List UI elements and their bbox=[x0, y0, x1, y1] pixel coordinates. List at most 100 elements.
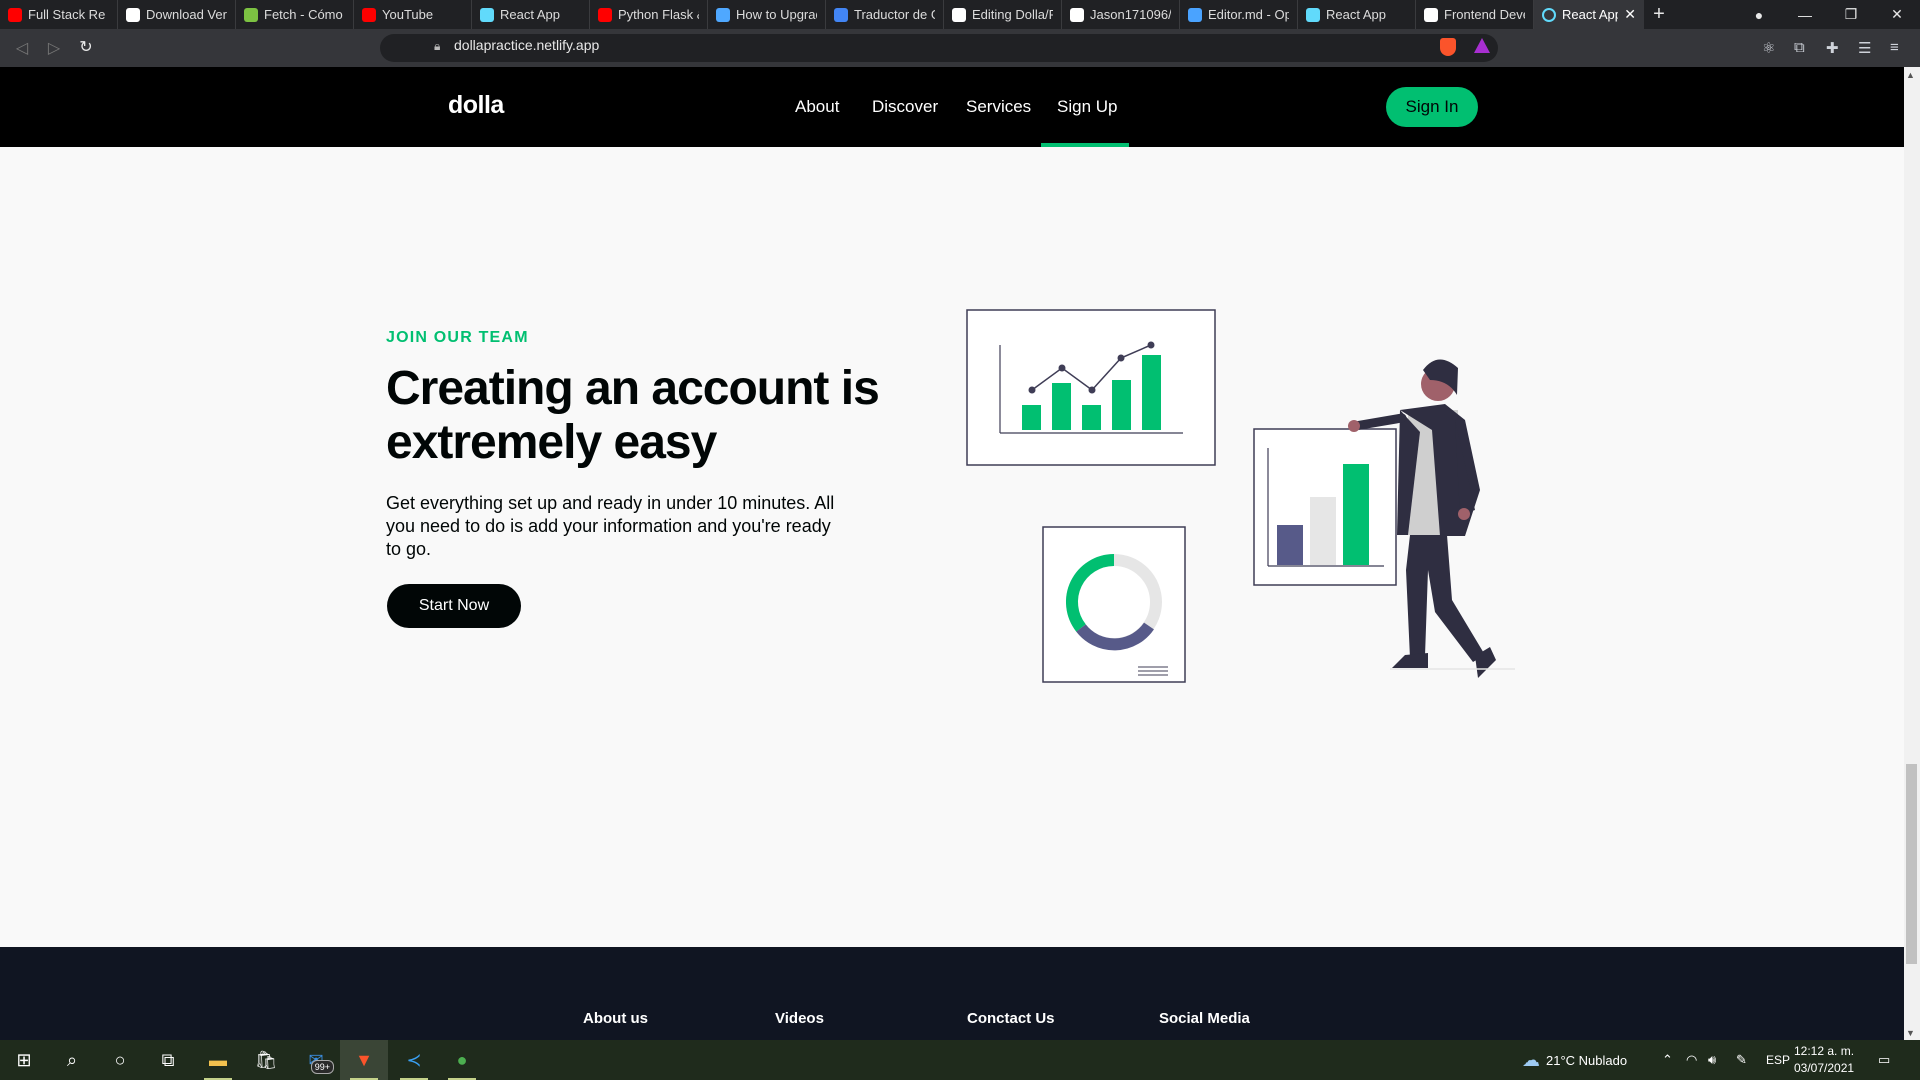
active-nav-indicator bbox=[1041, 143, 1129, 147]
task-view-icon[interactable]: ⧉ bbox=[144, 1040, 192, 1080]
vscode-icon[interactable]: ≺ bbox=[390, 1040, 438, 1080]
tab-label: Frontend Deve bbox=[1444, 7, 1525, 22]
site-navbar: dolla About Discover Services Sign Up Si… bbox=[0, 67, 1904, 147]
lock-icon[interactable]: 🔒︎ bbox=[434, 39, 440, 54]
tab-10[interactable]: Editor.md - Op bbox=[1180, 0, 1298, 29]
footer-heading-videos: Videos bbox=[775, 1010, 824, 1027]
store-icon[interactable]: 🛍︎ bbox=[242, 1040, 290, 1080]
tab-label: Editor.md - Op bbox=[1208, 7, 1289, 22]
windows-start-icon[interactable]: ⊞ bbox=[0, 1040, 48, 1080]
hero-heading: Creating an account is extremely easy bbox=[386, 362, 880, 469]
pen-icon[interactable]: ✎ bbox=[1736, 1040, 1747, 1080]
tab-4[interactable]: React App bbox=[472, 0, 590, 29]
bar-chart-card bbox=[1253, 428, 1397, 586]
site-footer: About us Videos Conctact Us Social Media bbox=[0, 947, 1904, 1040]
search-icon[interactable]: ⌕ bbox=[48, 1040, 96, 1080]
nav-link-about[interactable]: About bbox=[795, 97, 839, 117]
notifications-icon[interactable]: ▭ bbox=[1878, 1040, 1890, 1080]
reload-button[interactable]: ↻ bbox=[70, 37, 102, 57]
mail-badge: 99+ bbox=[310, 1060, 334, 1074]
tab-label: Editing Dolla/R bbox=[972, 7, 1053, 22]
restore-button[interactable]: ❐ bbox=[1828, 0, 1874, 29]
tab-label: Python Flask & bbox=[618, 7, 699, 22]
profile-icon[interactable]: ● bbox=[1736, 0, 1782, 29]
tab-2[interactable]: Fetch - Cómo c bbox=[236, 0, 354, 29]
nav-link-services[interactable]: Services bbox=[966, 97, 1031, 117]
cloud-icon bbox=[716, 7, 730, 22]
tab-3[interactable]: YouTube bbox=[354, 0, 472, 29]
tab-7[interactable]: Traductor de G bbox=[826, 0, 944, 29]
tab-9[interactable]: Jason171096/D bbox=[1062, 0, 1180, 29]
scrollbar-thumb[interactable] bbox=[1906, 764, 1917, 964]
mongodb-compass-icon[interactable]: ● bbox=[438, 1040, 486, 1080]
tray-expand-icon[interactable]: ⌃ bbox=[1662, 1040, 1673, 1080]
forward-button[interactable]: ▷ bbox=[38, 38, 70, 58]
nav-link-signup[interactable]: Sign Up bbox=[1057, 97, 1117, 117]
translate-icon bbox=[834, 7, 848, 22]
reading-list-icon[interactable]: ☰ bbox=[1858, 39, 1871, 57]
tab-6[interactable]: How to Upgrad bbox=[708, 0, 826, 29]
site-logo[interactable]: dolla bbox=[448, 91, 504, 120]
system-clock[interactable]: 12:12 a. m. 03/07/2021 bbox=[1794, 1043, 1854, 1077]
brave-rewards-icon[interactable] bbox=[1474, 38, 1490, 53]
nav-link-discover[interactable]: Discover bbox=[872, 97, 938, 117]
tab-0[interactable]: Full Stack Re bbox=[0, 0, 118, 29]
tab-label: React App bbox=[1562, 7, 1619, 22]
menu-icon[interactable]: ≡ bbox=[1890, 39, 1899, 56]
clock-time: 12:12 a. m. bbox=[1794, 1044, 1855, 1058]
tab-label: Download Verif bbox=[146, 7, 227, 22]
hero-topline: JOIN OUR TEAM bbox=[386, 329, 529, 346]
youtube-icon bbox=[598, 7, 612, 22]
footer-heading-contact: Conctact Us bbox=[967, 1010, 1055, 1027]
weather-text: 21°C Nublado bbox=[1546, 1052, 1628, 1068]
browser-tab-bar: Full Stack Re Download Verif Fetch - Cómo … bbox=[0, 0, 1920, 29]
hero-illustration bbox=[966, 309, 1515, 683]
start-now-button[interactable]: Start Now bbox=[387, 584, 521, 628]
tab-8[interactable]: Editing Dolla/R bbox=[944, 0, 1062, 29]
brave-browser-icon[interactable]: ▼ bbox=[340, 1040, 388, 1080]
github-icon bbox=[952, 7, 966, 22]
scroll-down-icon[interactable]: ▼ bbox=[1906, 1028, 1915, 1038]
close-window-button[interactable]: ✕ bbox=[1874, 0, 1920, 29]
language-indicator[interactable]: ESP bbox=[1766, 1040, 1790, 1080]
react-icon bbox=[480, 7, 494, 22]
tab-1[interactable]: Download Verif bbox=[118, 0, 236, 29]
clock-date: 03/07/2021 bbox=[1794, 1061, 1855, 1075]
tab-label: Fetch - Cómo c bbox=[264, 7, 345, 22]
url-text[interactable]: dollapractice.netlify.app bbox=[454, 37, 599, 53]
youtube-icon bbox=[8, 7, 22, 22]
react-icon bbox=[1306, 7, 1320, 22]
translate-extension-icon[interactable]: ⧉ bbox=[1794, 39, 1805, 56]
tab-5[interactable]: Python Flask & bbox=[590, 0, 708, 29]
tab-label: Traductor de G bbox=[854, 7, 935, 22]
tab-11[interactable]: React App bbox=[1298, 0, 1416, 29]
extensions-icon[interactable]: ✚ bbox=[1826, 39, 1839, 57]
mail-icon[interactable]: ✉99+ bbox=[292, 1040, 340, 1080]
tab-label: Jason171096/D bbox=[1090, 7, 1171, 22]
back-button[interactable]: ◁ bbox=[6, 38, 38, 58]
brave-shields-icon[interactable] bbox=[1440, 38, 1456, 56]
weather-widget[interactable]: ☁ 21°C Nublado bbox=[1522, 1040, 1627, 1080]
network-icon[interactable]: ◠ bbox=[1686, 1040, 1697, 1080]
tab-label: Full Stack Re bbox=[28, 7, 106, 22]
cloud-icon: ☁ bbox=[1522, 1049, 1540, 1070]
github-icon bbox=[1070, 7, 1084, 22]
tab-label: React App bbox=[1326, 7, 1386, 22]
tab-active[interactable]: React App ✕ bbox=[1534, 0, 1644, 29]
sign-in-button[interactable]: Sign In bbox=[1386, 87, 1478, 127]
react-devtools-icon[interactable]: ⚛ bbox=[1762, 39, 1775, 57]
volume-icon[interactable]: 🔊︎ bbox=[1708, 1040, 1716, 1080]
tab-12[interactable]: Frontend Deve bbox=[1416, 0, 1534, 29]
close-tab-icon[interactable]: ✕ bbox=[1624, 6, 1636, 23]
windows-taskbar: ⊞ ⌕ ○ ⧉ ▬ 🛍︎ ✉99+ ▼ ≺ ● ☁ 21°C Nublado ⌃… bbox=[0, 1040, 1920, 1080]
scroll-up-icon[interactable]: ▲ bbox=[1906, 70, 1915, 80]
cortana-icon[interactable]: ○ bbox=[96, 1040, 144, 1080]
file-explorer-icon[interactable]: ▬ bbox=[194, 1040, 242, 1080]
tab-label: How to Upgrad bbox=[736, 7, 817, 22]
browser-toolbar: ◁ ▷ ↻ 🔖︎ 🔒︎ dollapractice.netlify.app ⚛ … bbox=[0, 29, 1920, 67]
diamond-icon bbox=[244, 7, 258, 22]
new-tab-button[interactable]: + bbox=[1644, 3, 1674, 26]
donut-chart-card bbox=[1042, 526, 1186, 683]
vercel-icon bbox=[126, 7, 140, 22]
minimize-button[interactable]: — bbox=[1782, 0, 1828, 29]
